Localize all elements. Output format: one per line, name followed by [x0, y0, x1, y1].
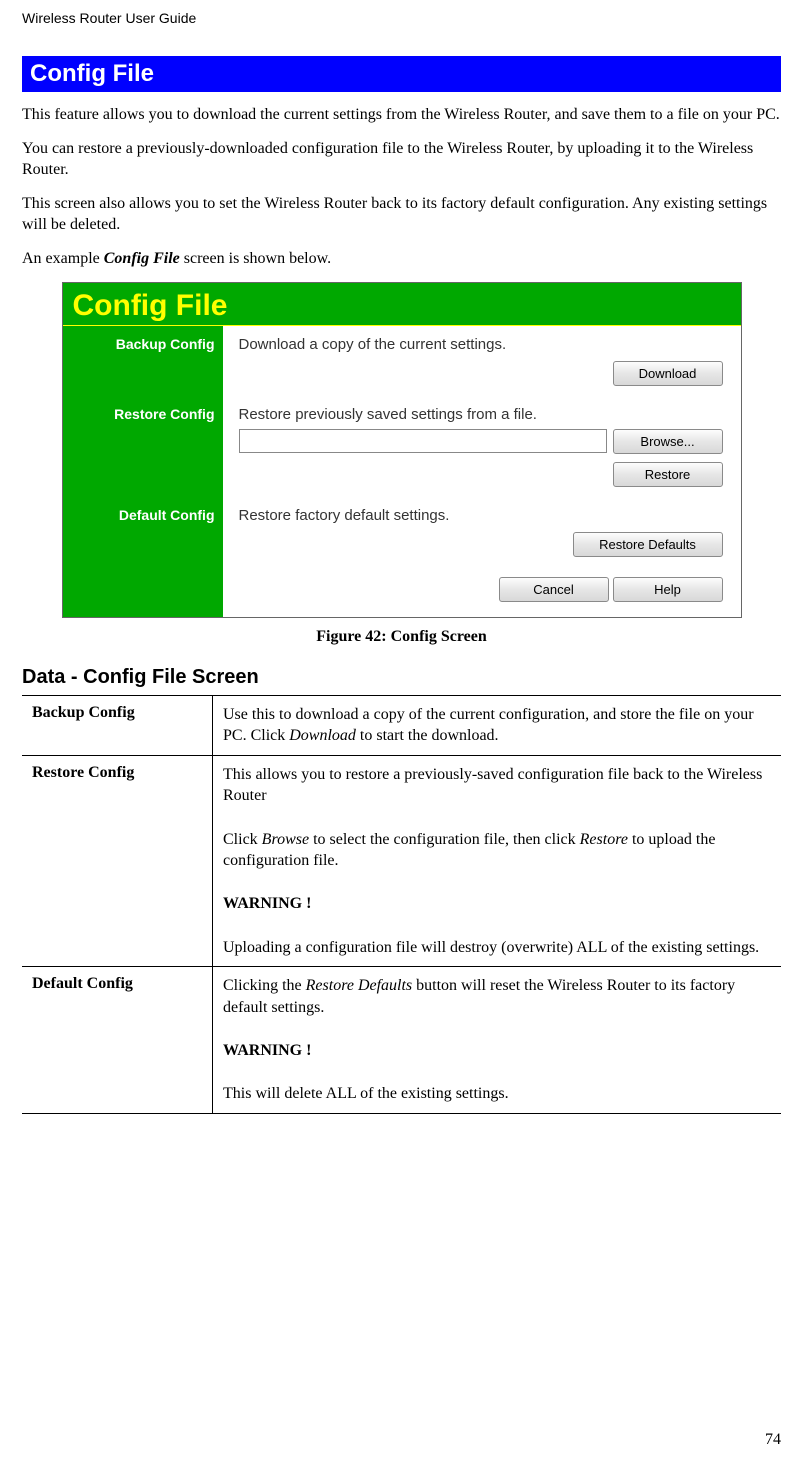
example-line-pre: An example	[22, 250, 104, 267]
config-screen-figure: Config File Backup Config Download a cop…	[62, 282, 742, 618]
document-page: Wireless Router User Guide Config File T…	[0, 0, 803, 1469]
example-line-em: Config File	[104, 250, 180, 267]
figure-caption: Figure 42: Config Screen	[22, 628, 781, 646]
example-line: An example Config File screen is shown b…	[22, 248, 781, 270]
data-row-name: Default Config	[22, 967, 213, 1114]
figure-label-backup: Backup Config	[63, 326, 223, 396]
figure-text-default: Restore factory default settings.	[239, 507, 723, 524]
restore-defaults-button[interactable]: Restore Defaults	[573, 532, 723, 557]
data-row-name: Restore Config	[22, 755, 213, 966]
figure-text-backup: Download a copy of the current settings.	[239, 336, 723, 353]
figure-text-restore: Restore previously saved settings from a…	[239, 406, 723, 423]
example-line-post: screen is shown below.	[180, 250, 331, 267]
help-button[interactable]: Help	[613, 577, 723, 602]
intro-paragraph-2: You can restore a previously-downloaded …	[22, 138, 781, 181]
section-title-bar: Config File	[22, 56, 781, 92]
table-row: Backup ConfigUse this to download a copy…	[22, 695, 781, 755]
data-table-heading: Data - Config File Screen	[22, 666, 781, 689]
data-table: Backup ConfigUse this to download a copy…	[22, 695, 781, 1114]
figure-row-restore: Restore Config Restore previously saved …	[63, 396, 741, 497]
cancel-button[interactable]: Cancel	[499, 577, 609, 602]
data-row-description: Clicking the Restore Defaults button wil…	[213, 967, 782, 1114]
intro-paragraph-1: This feature allows you to download the …	[22, 104, 781, 126]
figure-label-restore: Restore Config	[63, 396, 223, 497]
file-input-row: Browse...	[239, 429, 723, 454]
figure-label-default: Default Config	[63, 497, 223, 567]
restore-button[interactable]: Restore	[613, 462, 723, 487]
running-header: Wireless Router User Guide	[22, 10, 781, 26]
browse-button[interactable]: Browse...	[613, 429, 723, 454]
figure-bottom-row: Cancel Help	[63, 567, 741, 617]
figure-title: Config File	[63, 283, 741, 326]
table-row: Default ConfigClicking the Restore Defau…	[22, 967, 781, 1114]
file-path-input[interactable]	[239, 429, 607, 453]
intro-paragraph-3: This screen also allows you to set the W…	[22, 193, 781, 236]
figure-row-default: Default Config Restore factory default s…	[63, 497, 741, 567]
data-row-description: Use this to download a copy of the curre…	[213, 695, 782, 755]
table-row: Restore ConfigThis allows you to restore…	[22, 755, 781, 966]
page-number: 74	[765, 1431, 781, 1449]
data-row-name: Backup Config	[22, 695, 213, 755]
figure-bottom-spacer	[63, 567, 223, 617]
download-button[interactable]: Download	[613, 361, 723, 386]
figure-row-backup: Backup Config Download a copy of the cur…	[63, 326, 741, 396]
data-row-description: This allows you to restore a previously-…	[213, 755, 782, 966]
